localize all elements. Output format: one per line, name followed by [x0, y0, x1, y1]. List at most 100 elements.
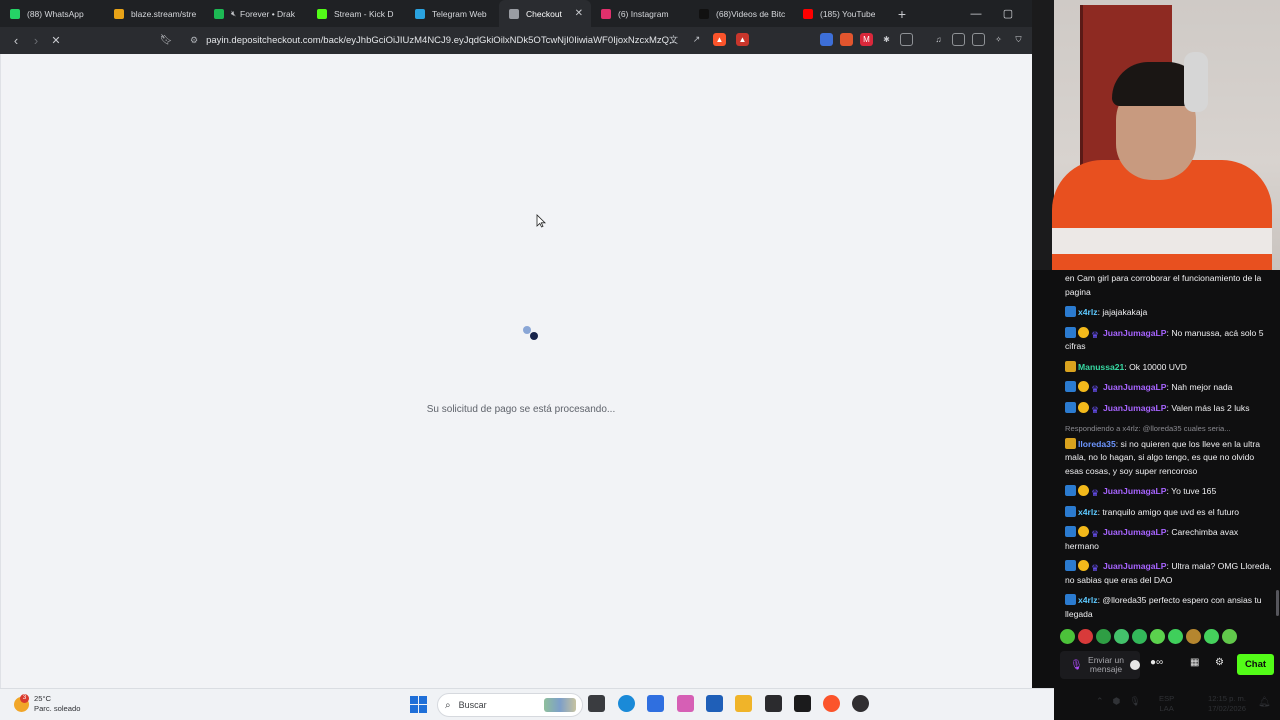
brave-shields-icon[interactable]: ▲	[713, 33, 726, 46]
taskbar-search[interactable]: ⌕ Buscar	[437, 693, 583, 717]
chat-scrollbar[interactable]	[1276, 590, 1279, 616]
tab-telegram[interactable]: Telegram Web	[405, 0, 499, 27]
screenshot-icon[interactable]	[900, 33, 913, 46]
back-button[interactable]: ‹	[6, 31, 26, 51]
chat-username[interactable]: Manussa21	[1078, 362, 1124, 372]
sub-badge-icon: ♛	[1091, 563, 1100, 573]
windows-start-icon[interactable]	[410, 696, 427, 713]
chat-message: ♛ JuanJumagaLP: Ultra mala? OMG Lloreda, …	[1065, 560, 1272, 585]
file-explorer-icon[interactable]	[735, 695, 752, 712]
extension-icon[interactable]: M	[860, 33, 873, 46]
chat-username[interactable]: x4rlz	[1078, 307, 1098, 317]
media-icon[interactable]: ♫	[932, 33, 945, 46]
chat-message-text: jajajakakaja	[1102, 307, 1148, 317]
weather-widget[interactable]: 3 25°C Parc. soleado	[14, 693, 80, 714]
notification-bell-icon[interactable]: 🔔︎	[1258, 697, 1271, 708]
muted-icon[interactable]: 🔇︎	[231, 9, 236, 19]
emoji-icon[interactable]	[1130, 660, 1140, 670]
new-tab-button[interactable]: +	[889, 6, 915, 22]
input-language[interactable]: ESP LAA	[1159, 694, 1174, 714]
terminal-icon[interactable]	[765, 695, 782, 712]
chat-username[interactable]: JuanJumagaLP	[1103, 486, 1167, 496]
share-icon[interactable]: ↗	[690, 33, 703, 46]
obs-icon[interactable]	[852, 695, 869, 712]
chat-send-button[interactable]: Chat	[1237, 654, 1274, 675]
forward-button[interactable]: ›	[26, 31, 46, 51]
stop-loading-button[interactable]: ✕	[46, 31, 66, 51]
edge-icon[interactable]	[618, 695, 635, 712]
tab-tiktok[interactable]: (68)Videos de Bitc	[689, 0, 793, 27]
kick-badge-icon	[1065, 526, 1076, 537]
brave-icon[interactable]	[823, 695, 840, 712]
close-tab-icon[interactable]: ✕	[567, 8, 583, 19]
emote-icon[interactable]	[1168, 629, 1183, 644]
emote-icon[interactable]	[1222, 629, 1237, 644]
chat-message-text: tranquilo amigo que uvd es el futuro	[1102, 506, 1240, 517]
gold-badge-icon	[1078, 326, 1089, 338]
tray-app-icon[interactable]: ⬢	[1113, 696, 1121, 707]
tiktok-icon	[699, 8, 709, 19]
wallet-icon[interactable]	[972, 33, 985, 46]
whatsapp-icon	[10, 8, 20, 19]
microphone-tray-icon[interactable]: 🎙︎	[1129, 696, 1140, 707]
emote-icon[interactable]	[1132, 629, 1147, 644]
chat-username[interactable]: JuanJumagaLP	[1103, 382, 1167, 392]
system-tray: ⌃ ⬢ 🎙︎	[1096, 696, 1141, 707]
tab-whatsapp[interactable]: (88) WhatsApp	[0, 0, 104, 27]
minimize-button[interactable]: —	[960, 0, 992, 27]
tab-spotify[interactable]: 🔇︎ Forever • Drak	[204, 0, 307, 27]
emote-icon[interactable]	[1078, 629, 1093, 644]
spotify-icon	[214, 8, 224, 19]
emote-icon[interactable]	[1060, 629, 1075, 644]
emote-icon[interactable]	[1096, 629, 1111, 644]
store-icon[interactable]: ▦	[1190, 657, 1199, 668]
tab-kick[interactable]: Stream - Kick D	[307, 0, 405, 27]
emote-icon[interactable]	[1150, 629, 1165, 644]
tray-overflow-icon[interactable]: ⌃	[1096, 696, 1104, 707]
snipping-tool-icon[interactable]	[647, 695, 664, 712]
sidebar-icon[interactable]	[952, 33, 965, 46]
extensions-puzzle-icon[interactable]: ✱	[880, 33, 893, 46]
tab-blaze[interactable]: blaze.stream/strea	[104, 0, 204, 27]
search-highlight-image	[544, 698, 576, 712]
chat-username[interactable]: x4rlz	[1078, 507, 1098, 517]
app-icon[interactable]	[794, 695, 811, 712]
tab-loading[interactable]: Checkout ✕	[499, 0, 591, 27]
weather-alert-badge: 3	[20, 693, 29, 703]
clock-time: 12:15 p. m.	[1208, 694, 1246, 703]
gold-badge-icon	[1078, 485, 1089, 496]
task-view-icon[interactable]	[588, 695, 605, 712]
translate-icon[interactable]: 文	[667, 33, 680, 46]
chat-message: x4rlz: tranquilo amigo que uvd es el fut…	[1065, 505, 1272, 520]
chat-username[interactable]: lloreda35	[1078, 439, 1116, 449]
webcam-feed	[1032, 0, 1280, 270]
reply-context: Respondiendo a x4rlz: @lloreda35 cuales …	[1065, 424, 1231, 433]
settings-gear-icon[interactable]: ⚙	[1215, 657, 1224, 668]
leo-ai-icon[interactable]: ✧	[992, 33, 1005, 46]
copilot-icon[interactable]	[677, 695, 694, 712]
system-clock[interactable]: 12:15 p. m. 17/02/2026	[1196, 694, 1246, 714]
users-icon[interactable]: ●∞	[1150, 657, 1163, 668]
chat-input[interactable]: 🎙︎ Enviar un mensaje	[1060, 651, 1140, 679]
emote-icon[interactable]	[1186, 629, 1201, 644]
chat-username[interactable]: JuanJumagaLP	[1103, 527, 1167, 537]
vpn-icon[interactable]: ⛉	[1012, 33, 1025, 46]
site-info-icon[interactable]: ⚙	[190, 35, 198, 46]
gold-badge-icon	[1078, 401, 1089, 413]
bookmark-icon[interactable]: 🔖︎	[156, 31, 176, 51]
chat-username[interactable]: x4rlz	[1078, 595, 1098, 605]
extension-icon[interactable]	[840, 33, 853, 46]
chat-username[interactable]: JuanJumagaLP	[1103, 328, 1167, 338]
brave-rewards-icon[interactable]: ▲	[736, 33, 749, 46]
emote-icon[interactable]	[1114, 629, 1129, 644]
chat-username[interactable]: JuanJumagaLP	[1103, 561, 1167, 571]
chat-username[interactable]: JuanJumagaLP	[1103, 403, 1167, 413]
checkout-page: Su solicitud de pago se está procesando.…	[0, 54, 1032, 688]
emote-icon[interactable]	[1204, 629, 1219, 644]
extension-icon[interactable]	[820, 33, 833, 46]
store-icon[interactable]	[706, 695, 723, 712]
tab-instagram[interactable]: (6) Instagram	[591, 0, 689, 27]
chat-message: x4rlz: @lloreda35 perfecto espero con an…	[1065, 594, 1262, 619]
tab-youtube[interactable]: (185) YouTube	[793, 0, 889, 27]
microphone-icon[interactable]: 🎙︎	[1070, 660, 1083, 671]
